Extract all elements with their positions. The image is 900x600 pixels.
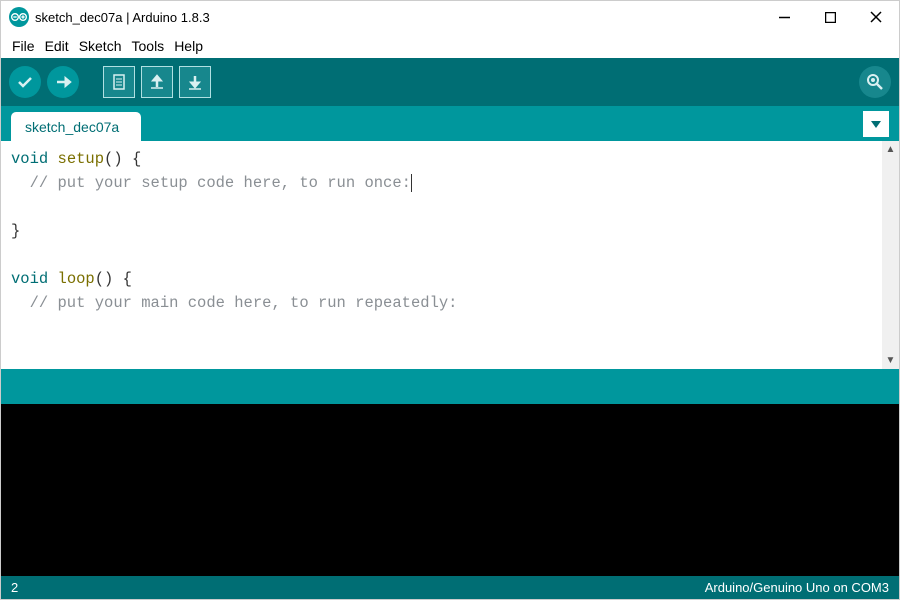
- scroll-down-icon[interactable]: ▼: [886, 355, 896, 366]
- tab-sketch[interactable]: sketch_dec07a: [11, 112, 141, 141]
- code-text: () {: [104, 150, 141, 168]
- menu-file[interactable]: File: [7, 38, 40, 54]
- maximize-button[interactable]: [807, 1, 853, 33]
- menu-bar: File Edit Sketch Tools Help: [1, 33, 899, 58]
- editor-area: void setup() { // put your setup code he…: [1, 141, 899, 369]
- code-comment: // put your main code here, to run repea…: [11, 294, 457, 312]
- new-button[interactable]: [103, 66, 135, 98]
- arduino-logo-icon: [9, 7, 29, 27]
- code-function: loop: [58, 270, 95, 288]
- code-keyword: void: [11, 150, 48, 168]
- serial-monitor-button[interactable]: [859, 66, 891, 98]
- code-comment: // put your setup code here, to run once…: [11, 174, 411, 192]
- vertical-scrollbar[interactable]: ▲ ▼: [882, 141, 899, 369]
- close-button[interactable]: [853, 1, 899, 33]
- console-output[interactable]: [1, 404, 899, 576]
- title-bar: sketch_dec07a | Arduino 1.8.3: [1, 1, 899, 33]
- toolbar: [1, 58, 899, 106]
- menu-tools[interactable]: Tools: [127, 38, 170, 54]
- window-title: sketch_dec07a | Arduino 1.8.3: [35, 10, 210, 25]
- upload-button[interactable]: [47, 66, 79, 98]
- menu-edit[interactable]: Edit: [40, 38, 74, 54]
- scroll-up-icon[interactable]: ▲: [886, 144, 896, 155]
- footer-bar: 2 Arduino/Genuino Uno on COM3: [1, 576, 899, 599]
- code-text: () {: [95, 270, 132, 288]
- menu-help[interactable]: Help: [169, 38, 208, 54]
- tab-bar: sketch_dec07a: [1, 106, 899, 141]
- tab-menu-button[interactable]: [863, 111, 889, 137]
- minimize-button[interactable]: [761, 1, 807, 33]
- code-text: }: [11, 222, 20, 240]
- line-number: 2: [11, 580, 18, 595]
- open-button[interactable]: [141, 66, 173, 98]
- status-strip: [1, 369, 899, 404]
- menu-sketch[interactable]: Sketch: [74, 38, 127, 54]
- code-function: setup: [58, 150, 105, 168]
- save-button[interactable]: [179, 66, 211, 98]
- verify-button[interactable]: [9, 66, 41, 98]
- code-keyword: void: [11, 270, 48, 288]
- board-info: Arduino/Genuino Uno on COM3: [705, 580, 889, 595]
- code-editor[interactable]: void setup() { // put your setup code he…: [1, 141, 882, 369]
- text-cursor: [411, 174, 412, 192]
